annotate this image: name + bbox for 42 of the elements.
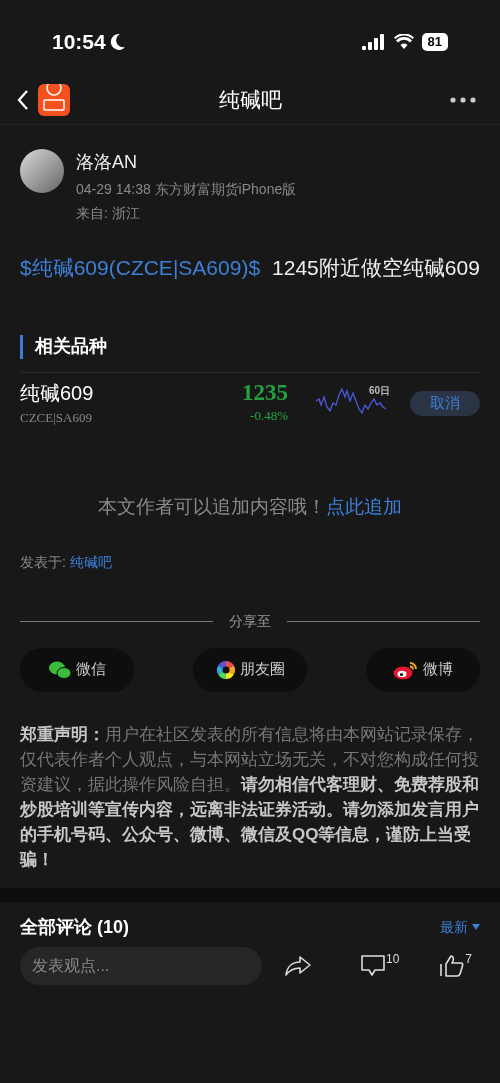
comment-count: 10 (386, 950, 400, 968)
app-logo-icon (38, 83, 70, 116)
share-heading: 分享至 (229, 611, 271, 631)
posted-in-label: 发表于: (20, 553, 67, 570)
share-arrow-icon[interactable] (284, 954, 312, 977)
caret-icon (472, 924, 480, 930)
comments-heading: 全部评论 (10) (20, 915, 129, 939)
price-change: -0.48% (250, 407, 288, 426)
avatar[interactable] (20, 149, 64, 193)
thumbs-up-icon[interactable] (439, 953, 466, 978)
signal-icon (361, 33, 386, 50)
comment-icon[interactable] (360, 953, 386, 978)
section-heading: 相关品种 (35, 335, 107, 358)
status-time: 10:54 (52, 28, 106, 55)
moon-icon (109, 32, 126, 51)
share-button[interactable]: 微信 (20, 647, 134, 692)
comment-input[interactable]: 发表观点... (20, 946, 262, 985)
price: 1235 (242, 380, 288, 407)
eye-logo-icon (393, 659, 419, 680)
share-button[interactable]: 朋友圈 (193, 647, 307, 692)
instrument-name[interactable]: 纯碱609 (20, 378, 220, 409)
more-icon[interactable] (450, 96, 476, 103)
instrument-code: CZCE|SA609 (20, 409, 93, 428)
post-meta: 04-29 14:38 东方财富期货iPhone版 (76, 180, 297, 199)
period-label: 60日 (368, 384, 390, 398)
wifi-icon (393, 33, 414, 50)
sort-dropdown[interactable]: 最新 (440, 916, 480, 938)
forum-link[interactable]: 纯碱吧 (69, 553, 112, 570)
aperture-icon (215, 659, 236, 680)
back-icon[interactable] (16, 88, 30, 111)
stock-link[interactable]: $纯碱609(CZCE|SA609)$ (20, 256, 261, 279)
battery-indicator: 81 (421, 32, 448, 51)
post-text: $纯碱609(CZCE|SA609)$ 1245附近做空纯碱609 (20, 255, 480, 281)
disclaimer: 郑重声明：用户在社区发表的所有信息将由本网站记录保存，仅代表作者个人观点，与本网站立场无关，不对您构成任何投资建议，据此操作风险自担。请勿相信代客理财、免费荐股和炒股培训等宣传内容，远离非法证券活动。请勿添加发言用户的手机号码、公众号、微博、微信及QQ等信息，谨防上当受骗！ (18, 723, 480, 871)
chat-bubbles-icon (48, 659, 72, 680)
post-location: 来自: 浙江 (76, 204, 141, 223)
append-link[interactable]: 点此追加 (326, 496, 402, 517)
author-name[interactable]: 洛洛AN (76, 149, 297, 176)
page-title: 纯碱吧 (218, 86, 282, 113)
append-hint: 本文作者可以追加内容哦！ (98, 496, 326, 517)
share-button[interactable]: 微博 (366, 647, 480, 692)
like-count: 7 (465, 950, 473, 968)
